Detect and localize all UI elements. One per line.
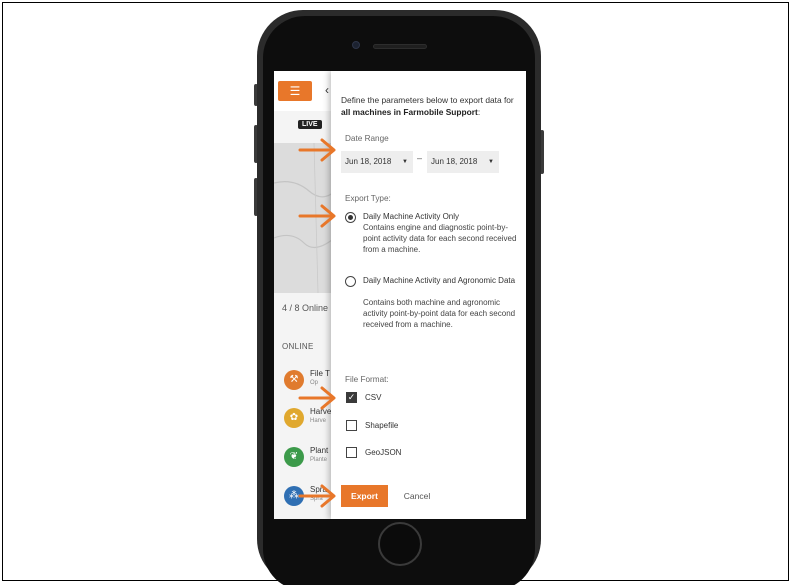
leaf-icon: ❦ <box>284 447 304 467</box>
export-panel: Define the parameters below to export da… <box>331 71 526 519</box>
caret-down-icon: ▼ <box>402 159 408 165</box>
date-range-label: Date Range <box>345 134 389 143</box>
cancel-button[interactable]: Cancel <box>400 485 434 507</box>
export-button[interactable]: Export <box>341 485 388 507</box>
checkbox[interactable] <box>346 420 357 431</box>
machine-list-item[interactable]: ❦ Plant Plante <box>282 443 338 473</box>
camera-icon <box>352 41 360 49</box>
date-separator: – <box>417 153 423 163</box>
wheat-icon: ✿ <box>284 408 304 428</box>
home-button[interactable] <box>378 522 422 566</box>
online-count: 4 / 8 Online <box>282 303 329 313</box>
date-from-select[interactable]: Jun 18, 2018 ▼ <box>341 151 413 173</box>
annotation-arrow-icon <box>298 204 336 228</box>
chevron-left-icon[interactable]: ‹ <box>325 83 329 97</box>
checkmark-icon[interactable]: ✓ <box>346 392 357 403</box>
caret-down-icon: ▼ <box>488 159 494 165</box>
annotation-arrow-icon <box>298 386 336 410</box>
online-section-heading: ONLINE <box>282 342 314 351</box>
live-badge: LIVE <box>298 120 322 129</box>
annotation-arrow-icon <box>298 484 336 508</box>
export-type-label: Export Type: <box>345 194 391 203</box>
export-scope: all machines in Farmobile Support <box>341 107 478 117</box>
radio-button-checked[interactable] <box>345 212 356 223</box>
date-to-select[interactable]: Jun 18, 2018 ▼ <box>427 151 499 173</box>
hamburger-icon[interactable]: ☰ <box>278 81 312 101</box>
export-intro-text: Define the parameters below to export da… <box>341 95 514 117</box>
annotation-arrow-icon <box>298 138 336 162</box>
speaker-grille <box>373 44 427 49</box>
radio-button[interactable] <box>345 276 356 287</box>
checkbox[interactable] <box>346 447 357 458</box>
app-header: ☰ ‹ <box>274 71 338 111</box>
file-format-label: File Format: <box>345 375 389 384</box>
